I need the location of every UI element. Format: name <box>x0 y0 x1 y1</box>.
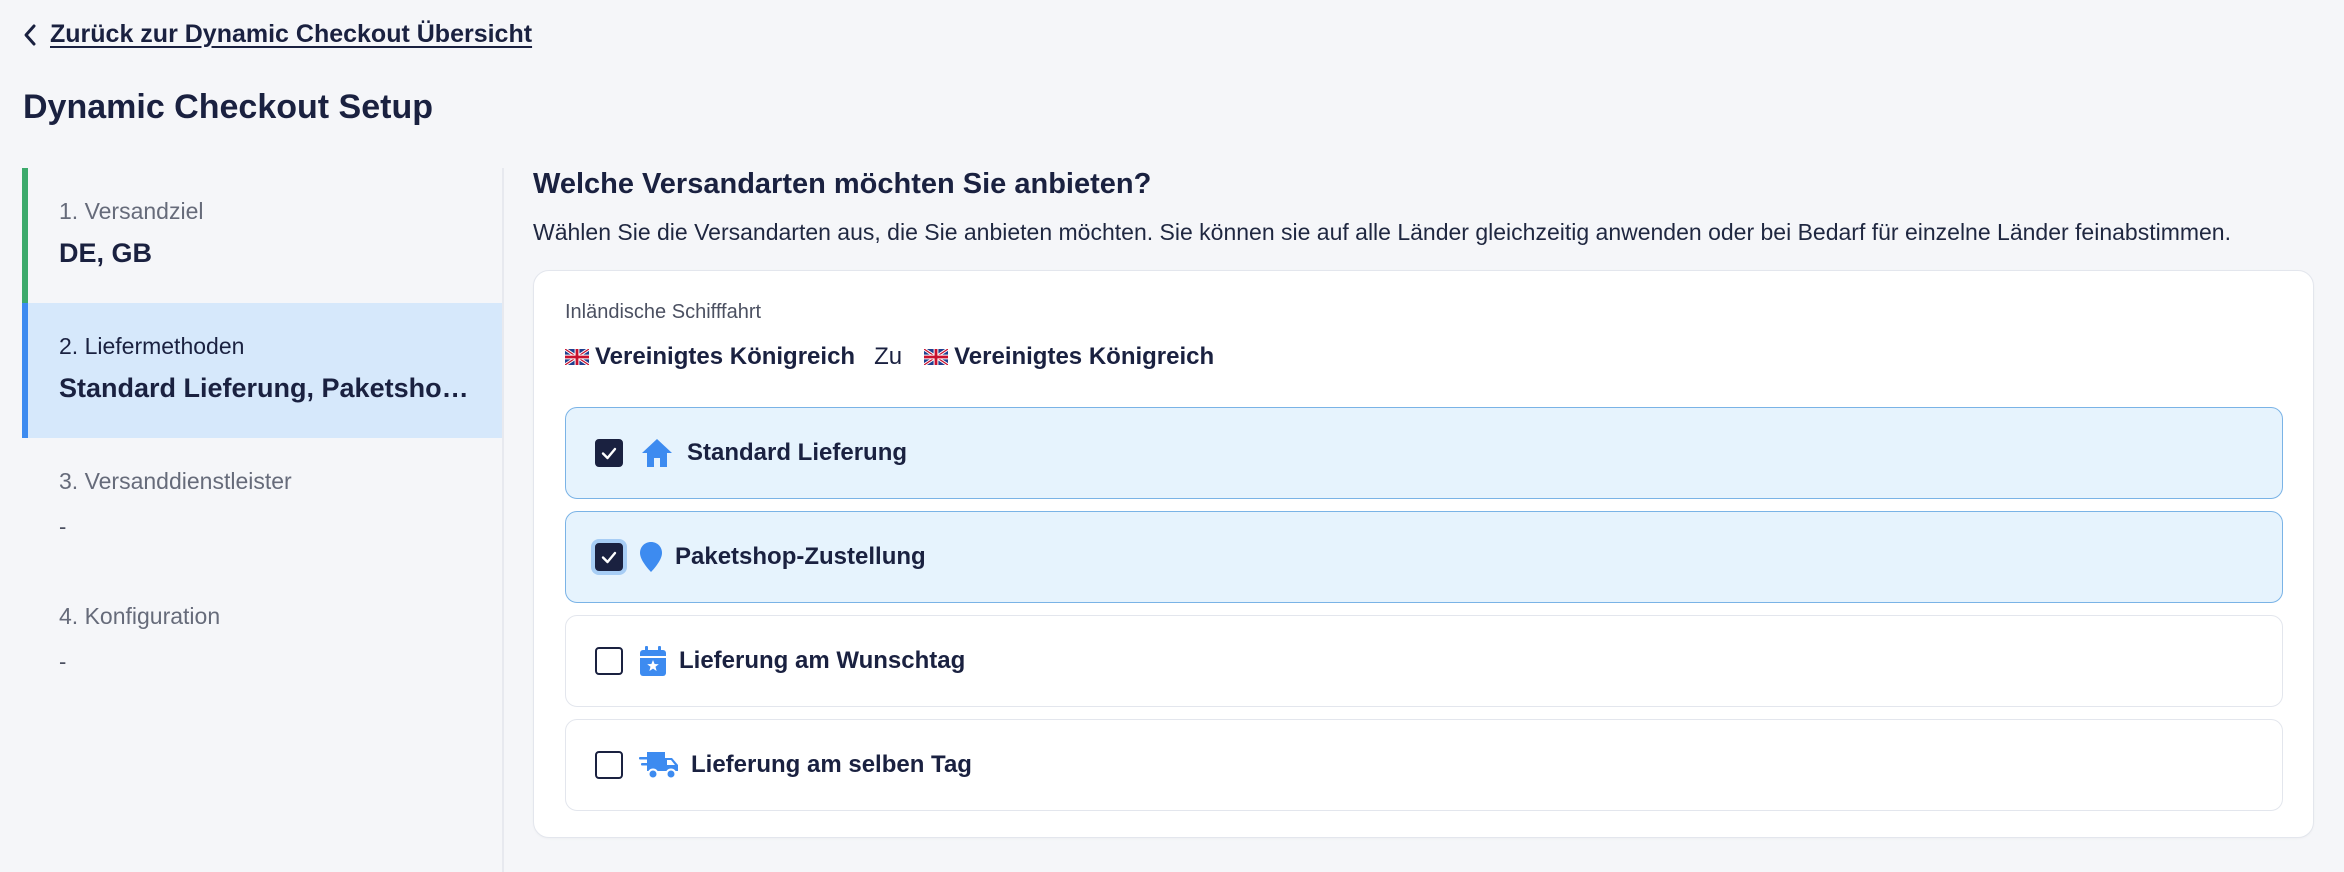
checkmark-icon <box>601 551 617 564</box>
checkbox-checked[interactable] <box>595 543 623 571</box>
main-content: Welche Versandarten möchten Sie anbieten… <box>533 168 2315 838</box>
option-label: Lieferung am Wunschtag <box>679 647 966 674</box>
step-title: 3. Versanddienstleister <box>59 468 292 494</box>
uk-flag-icon <box>565 349 589 365</box>
checkbox-unchecked[interactable] <box>595 647 623 675</box>
step-liefermethoden[interactable]: 2. Liefermethoden Standard Lieferung, Pa… <box>22 303 502 438</box>
step-value: - <box>59 513 67 539</box>
step-value: DE, GB <box>59 237 153 268</box>
uk-flag-icon <box>924 349 949 365</box>
back-link-label: Zurück zur Dynamic Checkout Übersicht <box>50 20 533 48</box>
setup-steps: 1. Versandziel DE, GB 2. Liefermethoden … <box>22 168 504 872</box>
step-versanddienstleister[interactable]: 3. Versanddienstleister - <box>22 438 502 573</box>
step-value: Standard Lieferung, Paketshop-Zustellung <box>59 372 479 403</box>
option-lieferung-am-selben-tag[interactable]: Lieferung am selben Tag <box>565 719 2283 811</box>
route-to-word: Zu <box>874 343 903 370</box>
step-title: 4. Konfiguration <box>59 603 221 629</box>
card-label: Inländische Schifffahrt <box>565 301 762 323</box>
route-to: Vereinigtes Königreich <box>924 343 1214 371</box>
calendar-star-icon <box>639 643 667 679</box>
fast-truck-icon <box>639 747 679 783</box>
route-to-label: Vereinigtes Königreich <box>954 343 1215 370</box>
checkbox-unchecked[interactable] <box>595 751 623 779</box>
option-paketshop-zustellung[interactable]: Paketshop-Zustellung <box>565 511 2283 603</box>
option-lieferung-am-wunschtag[interactable]: Lieferung am Wunschtag <box>565 615 2283 707</box>
route-from-label: Vereinigtes Königreich <box>595 343 856 370</box>
page-title: Dynamic Checkout Setup <box>23 88 433 126</box>
checkbox-checked[interactable] <box>595 439 623 467</box>
step-value: - <box>59 648 67 674</box>
section-heading: Welche Versandarten möchten Sie anbieten… <box>533 168 1152 200</box>
shipping-options-card: Inländische Schifffahrt Vereinigtes Köni… <box>533 270 2314 838</box>
option-standard-lieferung[interactable]: Standard Lieferung <box>565 407 2283 499</box>
step-title: 2. Liefermethoden <box>59 333 245 359</box>
step-versandziel[interactable]: 1. Versandziel DE, GB <box>22 168 502 303</box>
route-from: Vereinigtes Königreich <box>565 343 855 371</box>
option-label: Lieferung am selben Tag <box>691 751 972 778</box>
section-description: Wählen Sie die Versandarten aus, die Sie… <box>533 219 2231 245</box>
checkmark-icon <box>601 447 617 460</box>
house-icon <box>639 435 675 471</box>
route: Vereinigtes Königreich Zu Vereinigtes Kö… <box>565 343 1214 371</box>
back-link[interactable]: Zurück zur Dynamic Checkout Übersicht <box>22 20 532 49</box>
option-label: Standard Lieferung <box>687 439 908 466</box>
chevron-left-icon <box>24 24 36 45</box>
option-label: Paketshop-Zustellung <box>675 543 926 570</box>
step-konfiguration[interactable]: 4. Konfiguration - <box>22 573 502 708</box>
step-title: 1. Versandziel <box>59 198 204 224</box>
location-pin-icon <box>639 539 663 575</box>
